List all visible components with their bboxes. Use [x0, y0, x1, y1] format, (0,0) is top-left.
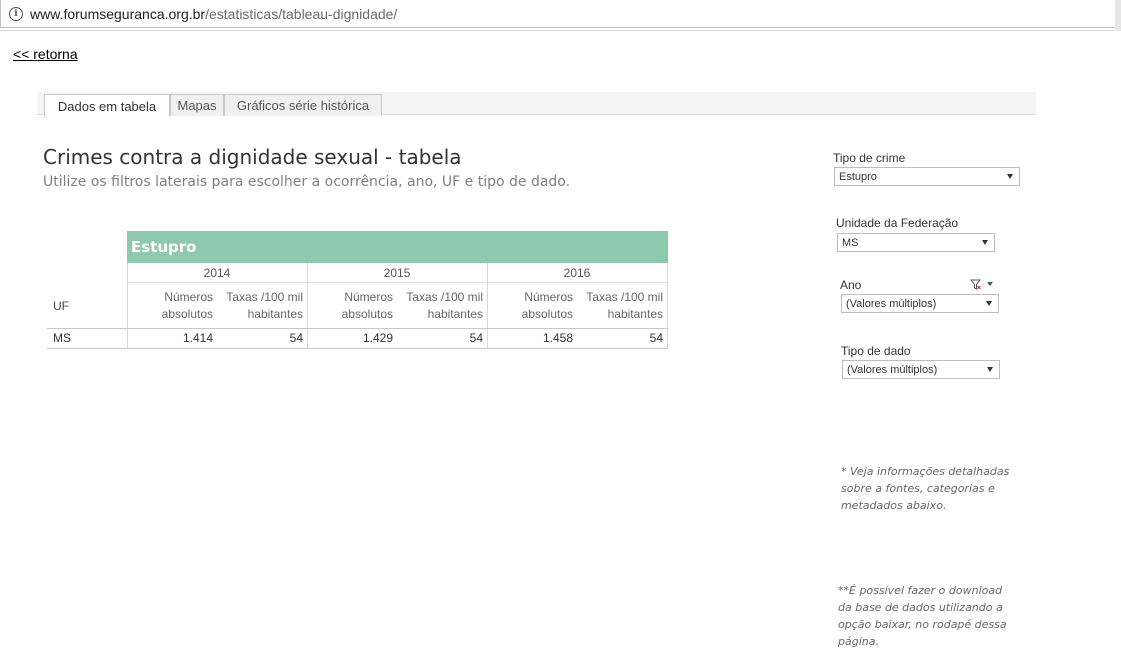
row-divider [47, 348, 668, 349]
note-download: **É possível fazer o download da base de… [838, 582, 1007, 650]
page-title: Crimes contra a dignidade sexual - tabel… [43, 145, 462, 169]
clear-filter-icon[interactable] [970, 279, 994, 291]
chevron-down-icon [982, 240, 988, 245]
site-info-icon[interactable]: i [9, 6, 23, 21]
subheader-numeros-absolutos: Números absolutos [305, 289, 393, 323]
table-cell: 54 [469, 331, 483, 345]
row-header-uf: UF [53, 299, 69, 313]
subheader-taxas: Taxas /100 mil habitantes [395, 289, 483, 323]
scrollbar-stub [1115, 0, 1121, 31]
subheader-line: Taxas /100 mil [406, 290, 483, 304]
note-line: sobre a fontes, categorias e [841, 482, 995, 495]
tipo-crime-dropdown[interactable]: Estupro [834, 167, 1020, 186]
browser-address-bar[interactable]: i www.forumseguranca.org.br/estatisticas… [0, 0, 1121, 31]
tab-dados-em-tabela[interactable]: Dados em tabela [44, 94, 170, 117]
back-link[interactable]: << retorna [13, 46, 78, 62]
group-header-estupro: Estupro [127, 231, 668, 263]
subheader-line: Números [344, 290, 393, 304]
table-cell: 54 [649, 331, 663, 345]
tipo-dado-dropdown[interactable]: (Valores múltiplos) [842, 360, 1000, 379]
table-cell: 1.414 [182, 331, 213, 345]
tab-mapas[interactable]: Mapas [170, 94, 224, 116]
url-path: /estatisticas/tableau-dignidade/ [205, 5, 398, 22]
page-subtitle: Utilize os filtros laterais para escolhe… [43, 174, 571, 190]
subheader-line: habitantes [607, 307, 663, 321]
tab-bar: Dados em tabela Mapas Gráficos série his… [37, 92, 1036, 117]
uf-value: MS [842, 236, 859, 249]
chevron-down-icon [987, 367, 993, 372]
subheader-line: Taxas /100 mil [226, 290, 303, 304]
note-metadados: * Veja informações detalhadas sobre a fo… [841, 463, 1009, 514]
subheader-numeros-absolutos: Números absolutos [485, 289, 573, 323]
table-row-uf: MS [53, 331, 71, 345]
uf-dropdown[interactable]: MS [837, 233, 995, 252]
subheader-line: Taxas /100 mil [586, 290, 663, 304]
filter-label-ano: Ano [840, 278, 862, 292]
subheader-line: absolutos [161, 307, 213, 321]
url-domain: www.forumseguranca.org.br [30, 5, 206, 22]
chevron-down-icon [986, 301, 992, 306]
subheader-line: absolutos [341, 307, 393, 321]
tipo-dado-value: (Valores múltiplos) [847, 363, 938, 376]
filter-label-uf: Unidade da Federação [836, 216, 959, 230]
subheader-taxas: Taxas /100 mil habitantes [215, 289, 303, 323]
tab-graficos-serie-historica[interactable]: Gráficos série histórica [224, 94, 382, 116]
table-cell: 1.458 [542, 331, 573, 345]
subheader-line: habitantes [247, 307, 303, 321]
year-header-2015: 2015 [307, 263, 487, 283]
note-line: metadados abaixo. [841, 499, 947, 512]
column-divider [667, 263, 668, 349]
year-header-2014: 2014 [127, 263, 307, 283]
ano-value: (Valores múltiplos) [846, 297, 937, 310]
subheader-line: absolutos [521, 307, 573, 321]
filter-label-tipo-crime: Tipo de crime [833, 151, 906, 165]
tipo-crime-value: Estupro [839, 170, 877, 183]
table-cell: 54 [289, 331, 303, 345]
note-line: opção baixar, no rodapé dessa [838, 618, 1007, 631]
filter-label-tipo-dado: Tipo de dado [841, 344, 911, 358]
subheader-taxas: Taxas /100 mil habitantes [575, 289, 663, 323]
ano-dropdown[interactable]: (Valores múltiplos) [841, 294, 999, 313]
url-text[interactable]: www.forumseguranca.org.br/estatisticas/t… [30, 6, 397, 22]
note-line: da base de dados utilizando a [838, 601, 1003, 614]
chevron-down-icon [1007, 174, 1013, 179]
subheader-line: Números [524, 290, 573, 304]
year-header-2016: 2016 [487, 263, 667, 283]
subheader-numeros-absolutos: Números absolutos [125, 289, 213, 323]
subheader-line: Números [164, 290, 213, 304]
table-cell: 1.429 [362, 331, 393, 345]
subheader-line: habitantes [427, 307, 483, 321]
row-divider [47, 328, 668, 329]
note-line: * Veja informações detalhadas [841, 465, 1010, 478]
note-line: **É possível fazer o download [838, 584, 1003, 597]
note-line: página. [838, 635, 879, 648]
